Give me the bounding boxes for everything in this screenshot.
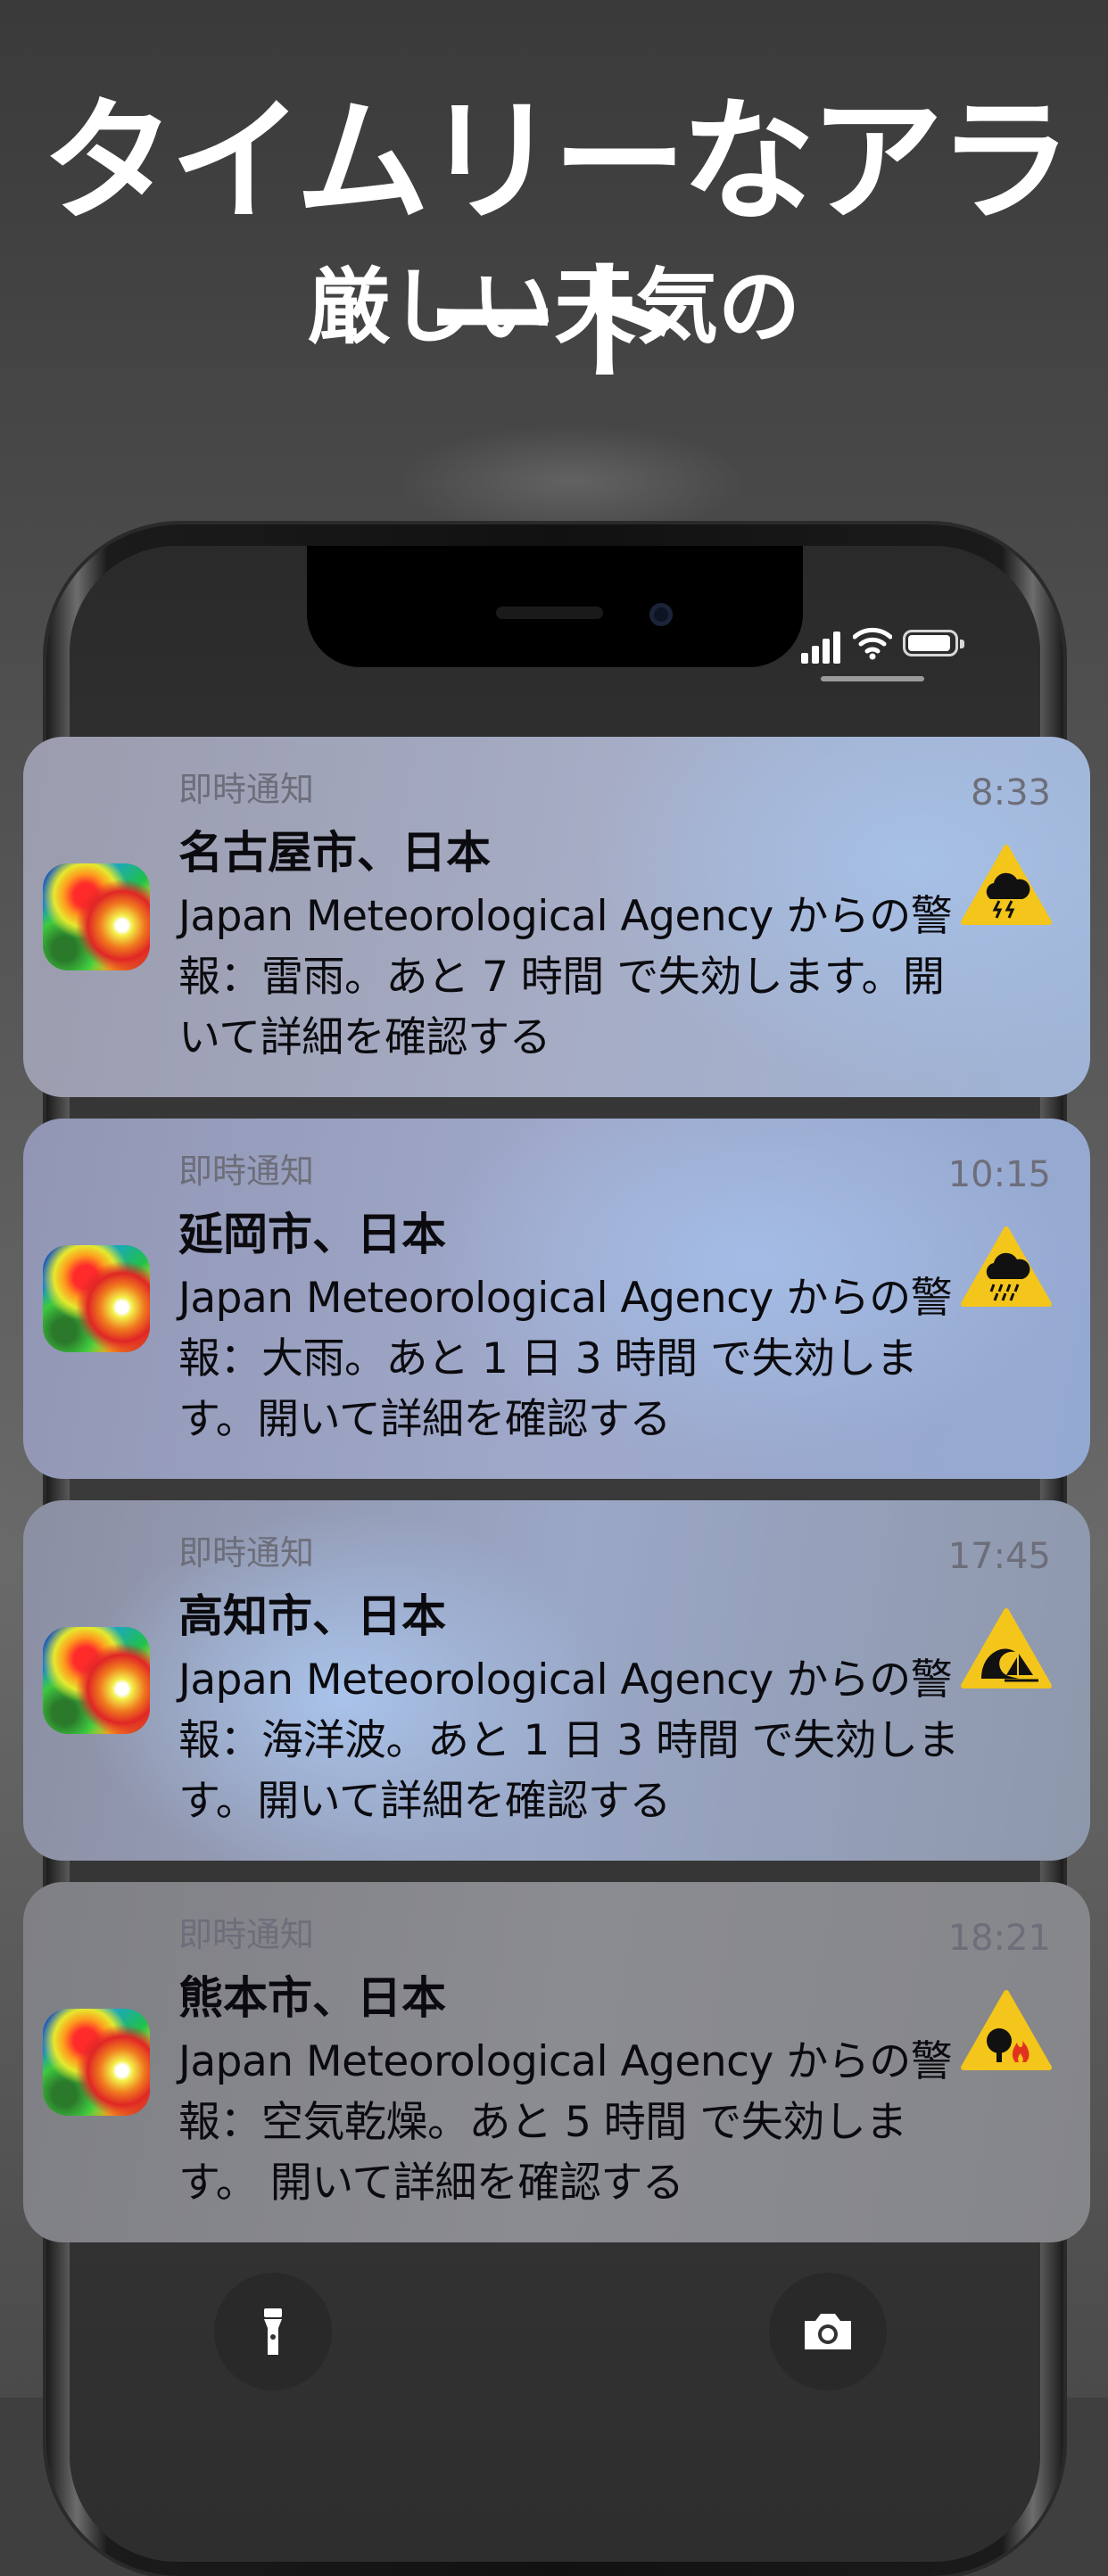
flashlight-icon bbox=[264, 2308, 282, 2355]
promo-subhead: 厳しい天気の bbox=[307, 260, 800, 355]
camera-button[interactable] bbox=[769, 2273, 887, 2390]
app-icon bbox=[43, 1627, 150, 1734]
notification-time: 18:21 bbox=[947, 1918, 1051, 1959]
notification-title: 延岡市、日本 bbox=[178, 1209, 446, 1260]
notification-time: 10:15 bbox=[947, 1154, 1051, 1195]
heavy-rain-warning-icon bbox=[961, 1226, 1052, 1307]
notification-category: 即時通知 bbox=[178, 770, 315, 809]
notification-body: Japan Meteorological Agency からの警報：空気乾燥。あ… bbox=[178, 2037, 953, 2208]
signal-icon bbox=[801, 624, 844, 664]
notification-category: 即時通知 bbox=[178, 1915, 315, 1954]
notification-title: 高知市、日本 bbox=[178, 1590, 446, 1642]
thunderstorm-warning-icon bbox=[961, 845, 1052, 925]
notification-card[interactable]: 即時通知 8:33 名古屋市、日本 Japan Meteorological A… bbox=[23, 737, 1090, 1097]
app-icon bbox=[43, 863, 150, 970]
notification-body: Japan Meteorological Agency からの警報：大雨。あと … bbox=[178, 1274, 953, 1444]
front-camera bbox=[649, 603, 673, 626]
status-indicator-bar bbox=[821, 676, 924, 681]
notification-category: 即時通知 bbox=[178, 1533, 315, 1573]
notification-time: 8:33 bbox=[971, 772, 1051, 813]
wifi-icon bbox=[852, 624, 893, 664]
high-waves-warning-icon bbox=[961, 1608, 1052, 1688]
app-icon bbox=[43, 2009, 150, 2116]
notification-title: 熊本市、日本 bbox=[178, 1972, 446, 2024]
notification-card[interactable]: 即時通知 18:21 熊本市、日本 Japan Meteorological A… bbox=[23, 1882, 1090, 2242]
camera-icon bbox=[805, 2314, 851, 2349]
notification-time: 17:45 bbox=[947, 1536, 1051, 1577]
notification-body: Japan Meteorological Agency からの警報：雷雨。あと … bbox=[178, 892, 953, 1062]
notification-card[interactable]: 即時通知 10:15 延岡市、日本 Japan Meteorological A… bbox=[23, 1119, 1090, 1479]
flashlight-button[interactable] bbox=[214, 2273, 332, 2390]
dry-air-fire-warning-icon bbox=[961, 1990, 1052, 2070]
app-icon bbox=[43, 1245, 150, 1352]
battery-icon bbox=[903, 630, 964, 656]
notification-card[interactable]: 即時通知 17:45 高知市、日本 Japan Meteorological A… bbox=[23, 1500, 1090, 1861]
speaker-grille bbox=[496, 607, 603, 619]
notification-title: 名古屋市、日本 bbox=[178, 827, 491, 879]
notification-category: 即時通知 bbox=[178, 1152, 315, 1191]
notification-body: Japan Meteorological Agency からの警報：海洋波。あと… bbox=[178, 1655, 960, 1826]
